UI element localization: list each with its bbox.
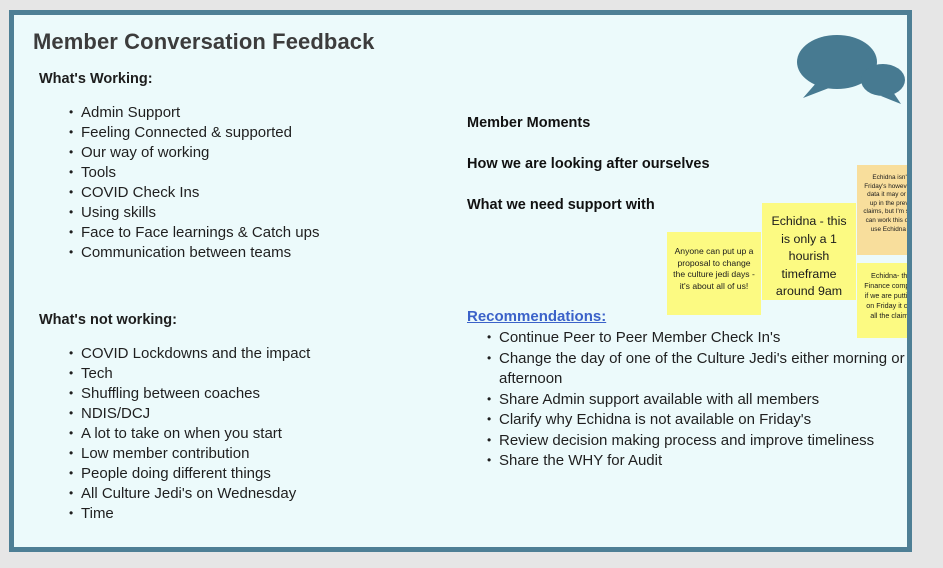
list-item: All Culture Jedi's on Wednesday — [69, 483, 469, 504]
recommendations-list: Continue Peer to Peer Member Check In's … — [467, 327, 907, 472]
list-item: Change the day of one of the Culture Jed… — [487, 348, 907, 390]
whats-not-working-heading: What's not working: — [39, 312, 177, 328]
list-item: Admin Support — [69, 102, 469, 123]
whats-working-heading: What's Working: — [39, 71, 153, 87]
list-item: Review decision making process and impro… — [487, 430, 907, 452]
heading-member-moments: Member Moments — [467, 115, 591, 131]
list-item: Face to Face learnings & Catch ups — [69, 222, 469, 243]
list-item: Clarify why Echidna is not available on … — [487, 409, 907, 431]
list-item: Share Admin support available with all m… — [487, 389, 907, 411]
whats-working-list: Admin Support Feeling Connected & suppor… — [39, 102, 469, 263]
list-item: Tech — [69, 363, 469, 384]
sticky-note-echidna-timeframe: Echidna - this is only a 1 hourish timef… — [762, 203, 856, 300]
list-item: Tools — [69, 162, 469, 183]
recommendations-section: Recommendations: Continue Peer to Peer M… — [467, 308, 907, 472]
list-item: Continue Peer to Peer Member Check In's — [487, 327, 907, 349]
list-item: Feeling Connected & supported — [69, 122, 469, 143]
list-item: Our way of working — [69, 142, 469, 163]
sticky-note-echidna-friday: Echidna isn't closed on Friday's however… — [857, 165, 907, 255]
list-item: Time — [69, 503, 469, 524]
list-item: People doing different things — [69, 463, 469, 484]
list-item: Using skills — [69, 202, 469, 223]
list-item: Share the WHY for Audit — [487, 450, 907, 472]
speech-bubbles-icon — [789, 26, 907, 106]
heading-looking-after-ourselves: How we are looking after ourselves — [467, 156, 710, 172]
page-title: Member Conversation Feedback — [33, 29, 375, 54]
list-item: Shuffling between coaches — [69, 383, 469, 404]
slide-canvas: Member Conversation Feedback What's Work… — [14, 15, 907, 547]
slide-frame: Member Conversation Feedback What's Work… — [9, 10, 912, 552]
sticky-note-proposal: Anyone can put up a proposal to change t… — [667, 232, 761, 315]
list-item: COVID Check Ins — [69, 182, 469, 203]
right-column-headings: Member Moments How we are looking after … — [467, 115, 797, 238]
list-item: Low member contribution — [69, 443, 469, 464]
list-item: A lot to take on when you start — [69, 423, 469, 444]
whats-not-working-section: What's not working: COVID Lockdowns and … — [39, 312, 469, 524]
whats-not-working-list: COVID Lockdowns and the impact Tech Shuf… — [39, 343, 469, 524]
sticky-note-echidna-finance: Echidna- this is when Finance complete c… — [857, 263, 907, 338]
list-item: Communication between teams — [69, 242, 469, 263]
whats-working-section: What's Working: Admin Support Feeling Co… — [39, 71, 469, 263]
heading-need-support-with: What we need support with — [467, 197, 655, 213]
list-item: NDIS/DCJ — [69, 403, 469, 424]
list-item: COVID Lockdowns and the impact — [69, 343, 469, 364]
